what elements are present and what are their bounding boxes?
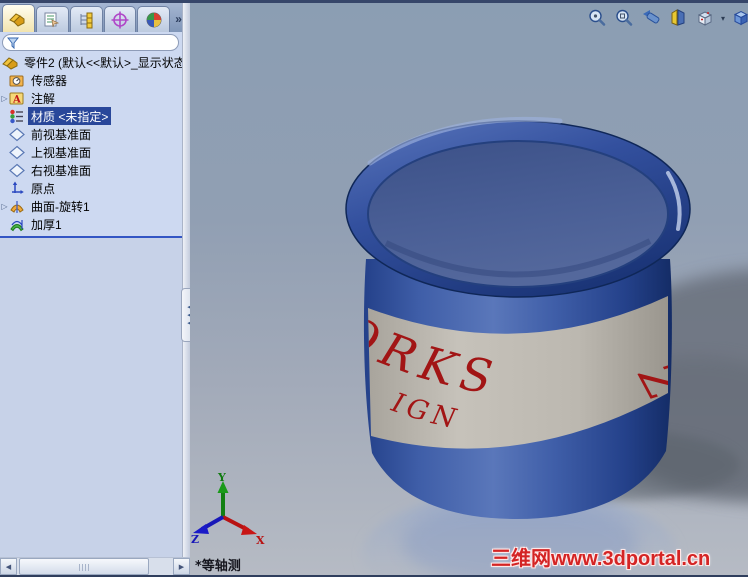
view-orientation-label: *等轴测 xyxy=(195,559,241,574)
material-icon xyxy=(10,109,23,123)
plane-icon xyxy=(9,127,25,141)
triad-y-label: Y xyxy=(217,471,226,484)
plane-icon xyxy=(9,145,25,159)
sensors-icon xyxy=(9,75,24,86)
right-arrow-icon: ▶ xyxy=(178,563,185,571)
scroll-left-button[interactable]: ◀ xyxy=(0,558,17,575)
display-style-button[interactable] xyxy=(730,7,748,29)
tab-dimxpertmanager[interactable] xyxy=(103,6,137,32)
tab-configurationmanager[interactable] xyxy=(69,6,103,32)
plane-icon xyxy=(9,163,25,177)
scroll-right-button[interactable]: ▶ xyxy=(173,558,190,575)
solidworks-window: » 零件2 (默认<<默认>_显示状态 传感器 ▷ A 注解 材质 <未指定> … xyxy=(0,0,748,577)
tree-item-front-plane[interactable]: 前视基准面 xyxy=(0,125,182,143)
triad-x-label: X xyxy=(256,534,265,547)
filter-funnel-icon xyxy=(7,37,19,49)
featuremanager-tab-icon xyxy=(9,12,25,27)
tree-item-origin[interactable]: 原点 xyxy=(0,179,182,197)
svg-text:A: A xyxy=(12,94,21,105)
previous-view-icon xyxy=(643,10,660,24)
tree-item-thicken[interactable]: 加厚1 xyxy=(0,215,182,233)
tree-item-label: 传感器 xyxy=(31,73,68,88)
configurationmanager-tab-icon xyxy=(80,12,93,28)
tree-item-right-plane[interactable]: 右视基准面 xyxy=(0,161,182,179)
tree-item-material[interactable]: 材质 <未指定> xyxy=(0,107,182,125)
section-view-button[interactable] xyxy=(667,7,689,29)
displaymanager-tab-icon xyxy=(146,12,162,27)
view-orientation-button[interactable] xyxy=(694,7,716,29)
section-view-icon xyxy=(671,9,685,26)
zoom-to-fit-button[interactable] xyxy=(586,7,608,29)
expand-arrow-icon[interactable]: ▷ xyxy=(0,202,9,211)
expand-arrow-icon[interactable]: ▷ xyxy=(0,94,9,103)
zoom-to-area-button[interactable] xyxy=(613,7,635,29)
display-style-icon xyxy=(733,10,748,26)
tree-item-surface-revolve[interactable]: ▷ 曲面-旋转1 xyxy=(0,197,182,215)
scrollbar-thumb[interactable] xyxy=(19,558,149,575)
tree-item-label: 前视基准面 xyxy=(31,127,92,142)
dimxpertmanager-tab-icon xyxy=(111,11,129,28)
annotations-icon: A xyxy=(9,92,24,105)
heads-up-view-toolbar: ▾ ▾ xyxy=(586,7,748,29)
part-icon xyxy=(2,56,18,70)
view-orientation-dropdown-caret[interactable]: ▾ xyxy=(721,14,725,23)
mug-opening xyxy=(367,140,669,288)
tree-item-label: 材质 <未指定> xyxy=(28,107,112,125)
tree-item-label: 加厚1 xyxy=(31,217,62,232)
zoom-to-area-icon xyxy=(616,9,633,26)
surface-revolve-icon xyxy=(10,200,24,213)
tree-item-label: 右视基准面 xyxy=(31,163,92,178)
mug-3d-model[interactable]: ORKS IGN Z Y X Z xyxy=(190,3,748,575)
manager-tab-bar: » xyxy=(0,3,182,32)
tree-item-top-plane[interactable]: 上视基准面 xyxy=(0,143,182,161)
tree-item-label: 上视基准面 xyxy=(31,145,92,160)
tab-displaymanager[interactable] xyxy=(137,6,171,32)
tree-filter-input[interactable] xyxy=(2,34,179,51)
more-tabs-chevron[interactable]: » xyxy=(175,12,182,26)
left-arrow-icon: ◀ xyxy=(5,563,12,571)
propertymanager-tab-icon xyxy=(44,12,60,27)
featuremanager-panel: » 零件2 (默认<<默认>_显示状态 传感器 ▷ A 注解 材质 <未指定> … xyxy=(0,3,182,575)
feature-tree: 零件2 (默认<<默认>_显示状态 传感器 ▷ A 注解 材质 <未指定> 前视… xyxy=(0,53,182,233)
tree-item-label: 注解 xyxy=(31,91,56,106)
graphics-viewport[interactable]: ORKS IGN Z Y X Z ▾ *等轴测 三维网www.3dportal.… xyxy=(190,3,748,575)
previous-view-button[interactable] xyxy=(640,7,662,29)
tree-item-annotations[interactable]: ▷ A 注解 xyxy=(0,89,182,107)
triad-z-label: Z xyxy=(191,533,199,546)
tree-horizontal-scrollbar[interactable]: ◀ ▶ xyxy=(0,557,190,575)
tab-propertymanager[interactable] xyxy=(35,6,69,32)
tree-root-part[interactable]: 零件2 (默认<<默认>_显示状态 xyxy=(0,53,182,71)
origin-icon xyxy=(12,181,24,194)
tree-item-label: 原点 xyxy=(31,181,56,196)
watermark-text: 三维网www.3dportal.cn xyxy=(491,548,711,570)
tab-featuremanager[interactable] xyxy=(2,4,35,32)
scrollbar-track[interactable] xyxy=(149,558,173,575)
orientation-triad: Y X Z xyxy=(191,471,265,547)
thicken-icon xyxy=(10,219,24,231)
panel-empty-area xyxy=(0,238,182,560)
zoom-to-fit-icon xyxy=(589,9,606,26)
tree-item-label: 曲面-旋转1 xyxy=(31,199,90,214)
view-orientation-icon xyxy=(697,11,713,26)
tree-item-sensors[interactable]: 传感器 xyxy=(0,71,182,89)
tree-root-label: 零件2 (默认<<默认>_显示状态 xyxy=(24,55,182,70)
